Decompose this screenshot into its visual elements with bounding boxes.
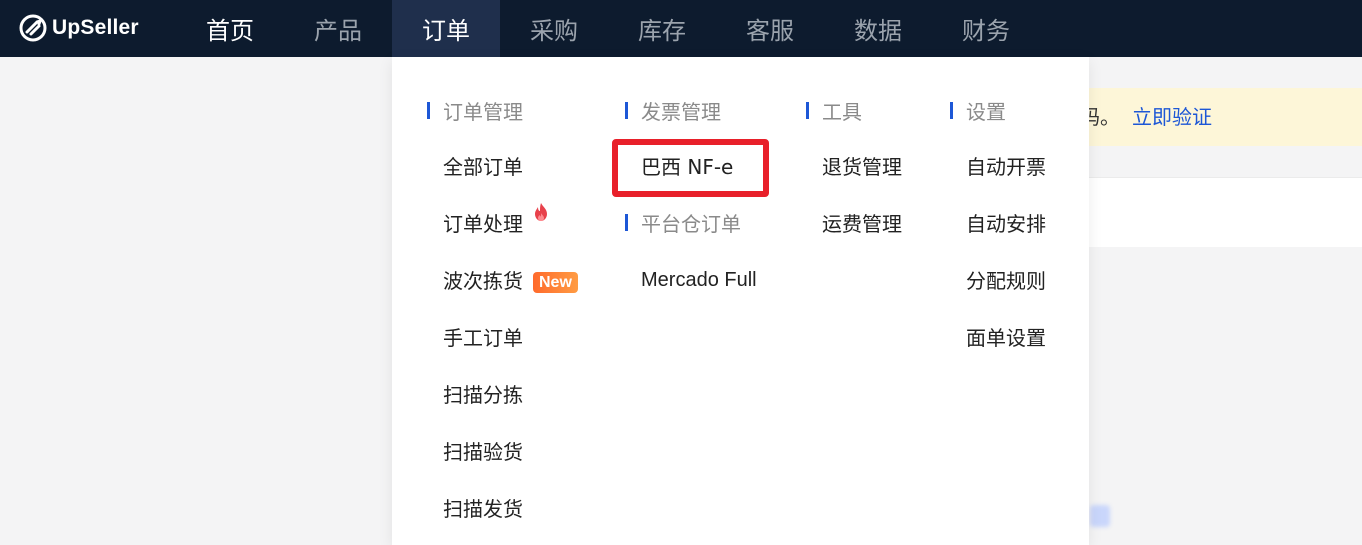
section-invoice-management: 发票管理	[625, 97, 721, 124]
section-marker	[950, 101, 953, 119]
nav-purchase[interactable]: 采购	[500, 0, 608, 57]
section-marker	[625, 101, 628, 119]
background-element	[1090, 505, 1110, 527]
section-order-management: 订单管理	[427, 97, 523, 124]
menu-scan-ship[interactable]: 扫描发货	[443, 496, 523, 522]
section-title: 订单管理	[443, 99, 523, 124]
section-marker	[806, 101, 809, 119]
nav-home[interactable]: 首页	[176, 0, 284, 57]
menu-scan-inspect[interactable]: 扫描验货	[443, 439, 523, 465]
section-platform-warehouse-orders: 平台仓订单	[625, 209, 741, 236]
top-navigation-bar: UpSeller 首页 产品 订单 采购 库存 客服 数据 财务	[0, 0, 1362, 57]
nav-inventory[interactable]: 库存	[608, 0, 716, 57]
section-title: 工具	[822, 99, 862, 124]
nav-products[interactable]: 产品	[284, 0, 392, 57]
nav-orders[interactable]: 订单	[392, 0, 500, 57]
menu-returns-management[interactable]: 退货管理	[822, 154, 902, 180]
section-title: 平台仓订单	[641, 211, 741, 236]
menu-all-orders[interactable]: 全部订单	[443, 154, 523, 180]
menu-allocation-rules[interactable]: 分配规则	[966, 268, 1046, 294]
menu-order-processing[interactable]: 订单处理	[443, 211, 523, 237]
nav-finance[interactable]: 财务	[932, 0, 1040, 57]
nav-data[interactable]: 数据	[824, 0, 932, 57]
menu-manual-order[interactable]: 手工订单	[443, 325, 523, 351]
nav-customer-service[interactable]: 客服	[716, 0, 824, 57]
menu-label-settings[interactable]: 面单设置	[966, 325, 1046, 351]
section-tools: 工具	[806, 97, 862, 124]
section-title: 发票管理	[641, 99, 721, 124]
new-badge: New	[533, 272, 578, 293]
brand-logo[interactable]: UpSeller	[18, 10, 139, 46]
section-marker	[625, 213, 628, 231]
menu-brazil-nfe[interactable]: 巴西 NF-e	[641, 154, 733, 180]
menu-wave-picking[interactable]: 波次拣货	[443, 268, 523, 294]
menu-auto-arrange[interactable]: 自动安排	[966, 211, 1046, 237]
menu-shipping-cost-management[interactable]: 运费管理	[822, 211, 902, 237]
verify-now-link[interactable]: 立即验证	[1132, 101, 1212, 130]
section-settings: 设置	[950, 97, 1006, 124]
menu-mercado-full[interactable]: Mercado Full	[641, 267, 757, 293]
orders-dropdown-menu	[392, 57, 1089, 545]
section-title: 设置	[966, 99, 1006, 124]
menu-scan-sort[interactable]: 扫描分拣	[443, 382, 523, 408]
section-marker	[427, 101, 430, 119]
upseller-logo-icon	[19, 14, 47, 42]
brand-name: UpSeller	[52, 16, 139, 39]
menu-auto-invoice[interactable]: 自动开票	[966, 154, 1046, 180]
fire-icon	[535, 203, 547, 221]
